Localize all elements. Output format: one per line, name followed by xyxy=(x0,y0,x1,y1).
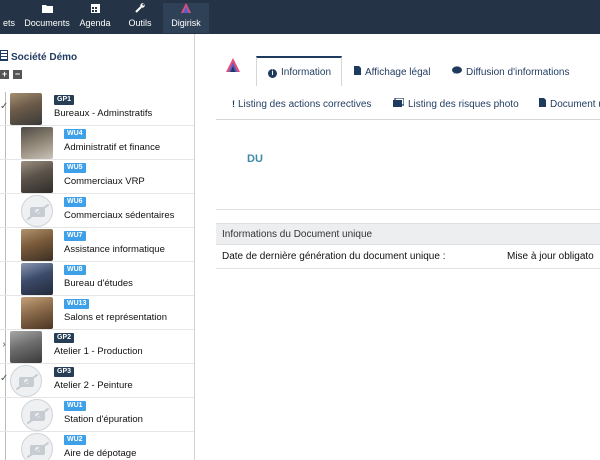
digirisk-logo-icon xyxy=(163,3,209,18)
building-icon xyxy=(0,50,8,61)
expand-chevron-icon[interactable]: › xyxy=(0,339,8,350)
workunit-photo xyxy=(10,93,42,125)
nav-item-partial[interactable]: ets xyxy=(0,3,20,33)
chat-icon xyxy=(452,57,462,87)
ref-badge: GP3 xyxy=(54,367,75,377)
tree-row-label: Administratif et finance xyxy=(64,142,161,153)
wrench-icon xyxy=(120,3,160,18)
tree-row-wu8[interactable]: WU8 Bureau d'études xyxy=(0,262,194,296)
tree-row-wu6[interactable]: WU6 Commerciaux sédentaires xyxy=(0,194,194,228)
tab-affichage-legal[interactable]: Affichage légal xyxy=(354,57,430,87)
partial-icon xyxy=(0,3,20,18)
tree-row-label: Aire de dépotage xyxy=(64,448,137,459)
tree-row-label: Atelier 2 - Peinture xyxy=(54,380,133,391)
page-title: DU xyxy=(247,153,263,165)
main-content: i Information Affichage légal Diffusion d… xyxy=(196,34,600,460)
folder-icon xyxy=(20,3,74,18)
calendar-icon xyxy=(74,3,116,18)
ref-badge: WU1 xyxy=(64,401,86,411)
tab-listing-risques-photo[interactable]: Listing des risques photo xyxy=(393,89,519,119)
info-table-header: Informations du Document unique xyxy=(216,223,600,245)
tab-document-unique[interactable]: Document u xyxy=(539,89,600,119)
workunit-photo xyxy=(10,331,42,363)
tree-row-gp1[interactable]: ✓ GP1 Bureaux - Adminstratifs xyxy=(0,92,194,126)
workunit-photo xyxy=(21,161,53,193)
expand-all-button[interactable]: + xyxy=(0,70,9,79)
workunit-photo xyxy=(21,229,53,261)
tab-information[interactable]: i Information xyxy=(256,56,342,86)
tree-row-gp2[interactable]: › GP2 Atelier 1 - Production xyxy=(0,330,194,364)
tree-row-label: Atelier 1 - Production xyxy=(54,346,143,357)
nav-item-agenda[interactable]: Agenda xyxy=(74,3,116,33)
exclamation-icon: ! xyxy=(232,99,235,109)
tree-row-label: Bureau d'études xyxy=(64,278,133,289)
ref-badge: GP1 xyxy=(54,95,75,105)
images-icon xyxy=(393,89,405,119)
tree-row-label: Assistance informatique xyxy=(64,244,165,255)
society-tree-panel: Société Démo + − ✓ GP1 Bureaux - Adminstra… xyxy=(0,34,195,460)
info-table-row: Date de dernière génération du document … xyxy=(216,245,600,269)
ref-badge: WU2 xyxy=(64,435,86,445)
workunit-photo xyxy=(21,297,53,329)
workunit-photo xyxy=(21,127,53,159)
tree-row-label: Bureaux - Adminstratifs xyxy=(54,108,153,119)
ref-badge: WU5 xyxy=(64,163,86,173)
document-icon xyxy=(354,57,361,87)
tab-listing-actions-correctives[interactable]: ! Listing des actions correctives xyxy=(232,89,371,119)
info-value: Mise à jour obligato xyxy=(507,251,594,262)
digirisk-logo-icon xyxy=(226,58,240,72)
collapse-all-button[interactable]: − xyxy=(13,70,22,79)
tree-row-label: Commerciaux VRP xyxy=(64,176,145,187)
workunit-photo xyxy=(21,263,53,295)
society-title[interactable]: Société Démo xyxy=(0,50,77,64)
ref-badge: WU6 xyxy=(64,197,86,207)
ref-badge: WU8 xyxy=(64,265,86,275)
tree-row-wu4[interactable]: WU4 Administratif et finance xyxy=(0,126,194,160)
tree-row-wu2[interactable]: WU2 Aire de dépotage xyxy=(0,432,194,460)
no-photo-camera-icon xyxy=(21,399,53,431)
tab-diffusion-informations[interactable]: Diffusion d'informations xyxy=(452,57,569,87)
ref-badge: GP2 xyxy=(54,333,75,343)
collapse-chevron-icon[interactable]: ✓ xyxy=(0,373,8,384)
top-navigation-bar: ets Documents Agenda Outils Digirisk xyxy=(0,0,600,34)
collapse-chevron-icon[interactable]: ✓ xyxy=(0,101,8,112)
document-icon xyxy=(539,89,546,119)
info-key: Date de dernière génération du document … xyxy=(222,251,446,262)
ref-badge: WU13 xyxy=(64,299,90,309)
nav-item-outils[interactable]: Outils xyxy=(120,3,160,33)
no-photo-camera-icon xyxy=(21,195,53,227)
ref-badge: WU4 xyxy=(64,129,86,139)
tree-row-wu1[interactable]: WU1 Station d'épuration xyxy=(0,398,194,432)
ref-badge: WU7 xyxy=(64,231,86,241)
tabs-underline xyxy=(216,119,600,120)
tree-row-label: Salons et représentation xyxy=(64,312,167,323)
divider xyxy=(216,209,600,210)
nav-item-documents[interactable]: Documents xyxy=(20,3,74,33)
tree-row-wu5[interactable]: WU5 Commerciaux VRP xyxy=(0,160,194,194)
tree-row-gp3[interactable]: ✓ GP3 Atelier 2 - Peinture xyxy=(0,364,194,398)
no-photo-camera-icon xyxy=(21,433,53,460)
tree-row-label: Commerciaux sédentaires xyxy=(64,210,175,221)
info-icon: i xyxy=(268,69,277,78)
tree-row-label: Station d'épuration xyxy=(64,414,143,425)
tree-row-wu7[interactable]: WU7 Assistance informatique xyxy=(0,228,194,262)
no-photo-camera-icon xyxy=(10,365,42,397)
nav-item-digirisk[interactable]: Digirisk xyxy=(163,3,209,33)
tree-row-wu13[interactable]: WU13 Salons et représentation xyxy=(0,296,194,330)
